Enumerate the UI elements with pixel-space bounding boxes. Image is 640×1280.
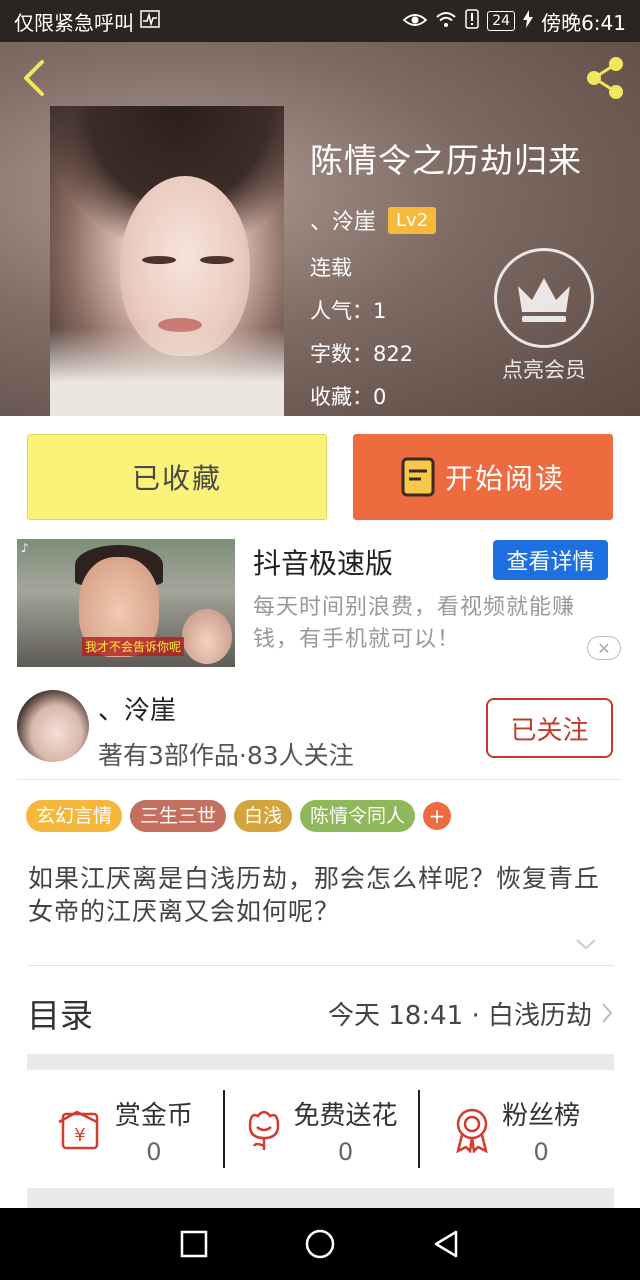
home-icon[interactable] [304,1228,336,1260]
carrier-text: 仅限紧急呼叫 [14,10,134,35]
author-card-stats: 著有3部作品·83人关注 [98,741,354,770]
back-triangle-icon[interactable] [432,1229,460,1259]
interaction-stats: ¥ 赏金币 0 免费送花 0 粉丝榜 0 [27,1080,614,1180]
divider [27,965,614,966]
details-section: 、泠崖 著有3部作品·83人关注 已关注 玄幻言情 三生三世 白浅 陈情令同人 … [0,674,640,1210]
latest-chapter-text: 今天 18:41 · 白浅历劫 [328,1000,592,1031]
start-reading-label: 开始阅读 [444,462,565,495]
charging-icon [523,9,534,33]
level-badge: Lv2 [388,206,437,234]
battery-indicator: 24 [487,11,516,31]
section-separator [27,1054,614,1070]
stat-label: 粉丝榜 [502,1100,581,1131]
stat-label: 赏金币 [114,1100,193,1131]
book-title: 陈情令之历劫归来 [310,141,582,180]
chevron-down-icon[interactable] [574,936,598,952]
share-icon [587,57,623,99]
tag-item[interactable]: 白浅 [234,800,293,832]
ad-image[interactable]: ♪ 我才不会告诉你呢 [17,539,235,667]
tag-list: 玄幻言情 三生三世 白浅 陈情令同人 + [26,800,452,832]
flower-icon [248,1110,279,1150]
book-synopsis: 如果江厌离是白浅历劫，那会怎么样呢？恢复青丘女帝的江厌离又会如何呢？ [28,864,601,926]
catalog-row[interactable]: 目录 今天 18:41 · 白浅历劫 [27,974,614,1052]
member-label: 点亮会员 [502,358,586,382]
author-card-name[interactable]: 、泠崖 [98,690,176,727]
ad-close-icon[interactable]: ✕ [587,636,621,660]
recent-apps-icon[interactable] [180,1230,208,1258]
ad-banner[interactable]: ♪ 我才不会告诉你呢 抖音极速版 查看详情 每天时间别浪费，看视频就能赚钱，有手… [0,524,640,674]
back-button[interactable] [16,56,56,100]
divider [17,779,622,780]
catalog-latest: 今天 18:41 · 白浅历劫 [328,995,614,1032]
system-nav-bar [0,1208,640,1280]
crown-icon [518,278,570,322]
fan-ranking-icon [456,1108,488,1153]
reward-coin-icon: ¥ [58,1110,99,1150]
stat-value: 0 [337,1137,354,1166]
activity-icon [140,9,160,33]
fan-ranking-stat[interactable]: 粉丝榜 0 [418,1080,614,1180]
share-button[interactable] [582,54,630,102]
stat-label: 免费送花 [293,1100,398,1131]
tiktok-logo-icon: ♪ [21,541,29,555]
wifi-icon [435,9,457,33]
eye-icon [402,9,428,33]
alert-icon [465,8,479,34]
status-time: 傍晚6:41 [541,10,626,35]
tag-item[interactable]: 玄幻言情 [26,800,123,832]
flower-stat[interactable]: 免费送花 0 [222,1080,419,1180]
collected-button[interactable]: 已收藏 [27,434,327,520]
tag-item[interactable]: 陈情令同人 [300,800,416,832]
ad-title: 抖音极速版 [253,547,394,580]
book-author[interactable]: 、泠崖 [310,204,376,236]
member-button[interactable]: 点亮会员 [492,248,596,384]
ad-image-caption: 我才不会告诉你呢 [82,637,185,656]
avatar[interactable] [17,690,89,762]
stat-value: 0 [146,1137,162,1166]
book-icon [401,457,435,497]
svg-text:¥: ¥ [74,1125,85,1146]
status-bar: 仅限紧急呼叫 24 傍晚6:41 [0,0,640,42]
start-reading-button[interactable]: 开始阅读 [353,434,613,520]
section-separator [27,1188,614,1210]
follow-button[interactable]: 已关注 [486,698,613,758]
action-bar: 已收藏 开始阅读 [0,416,640,524]
book-favorites: 收藏：0 [310,385,387,409]
stat-value: 0 [533,1137,549,1166]
tag-item[interactable]: 三生三世 [130,800,227,832]
ad-detail-button[interactable]: 查看详情 [493,540,608,580]
book-cover-image [50,106,284,416]
reward-coin-stat[interactable]: ¥ 赏金币 0 [27,1080,223,1180]
chevron-right-icon [602,1003,613,1023]
add-tag-button[interactable]: + [423,802,452,830]
book-header: 陈情令之历劫归来 、泠崖 Lv2 连载 人气：1 字数：822 收藏：0 点亮会… [0,42,640,416]
chevron-left-icon [24,60,44,96]
catalog-title: 目录 [27,996,93,1035]
ad-description: 每天时间别浪费，看视频就能赚钱，有手机就可以！ [253,595,576,652]
